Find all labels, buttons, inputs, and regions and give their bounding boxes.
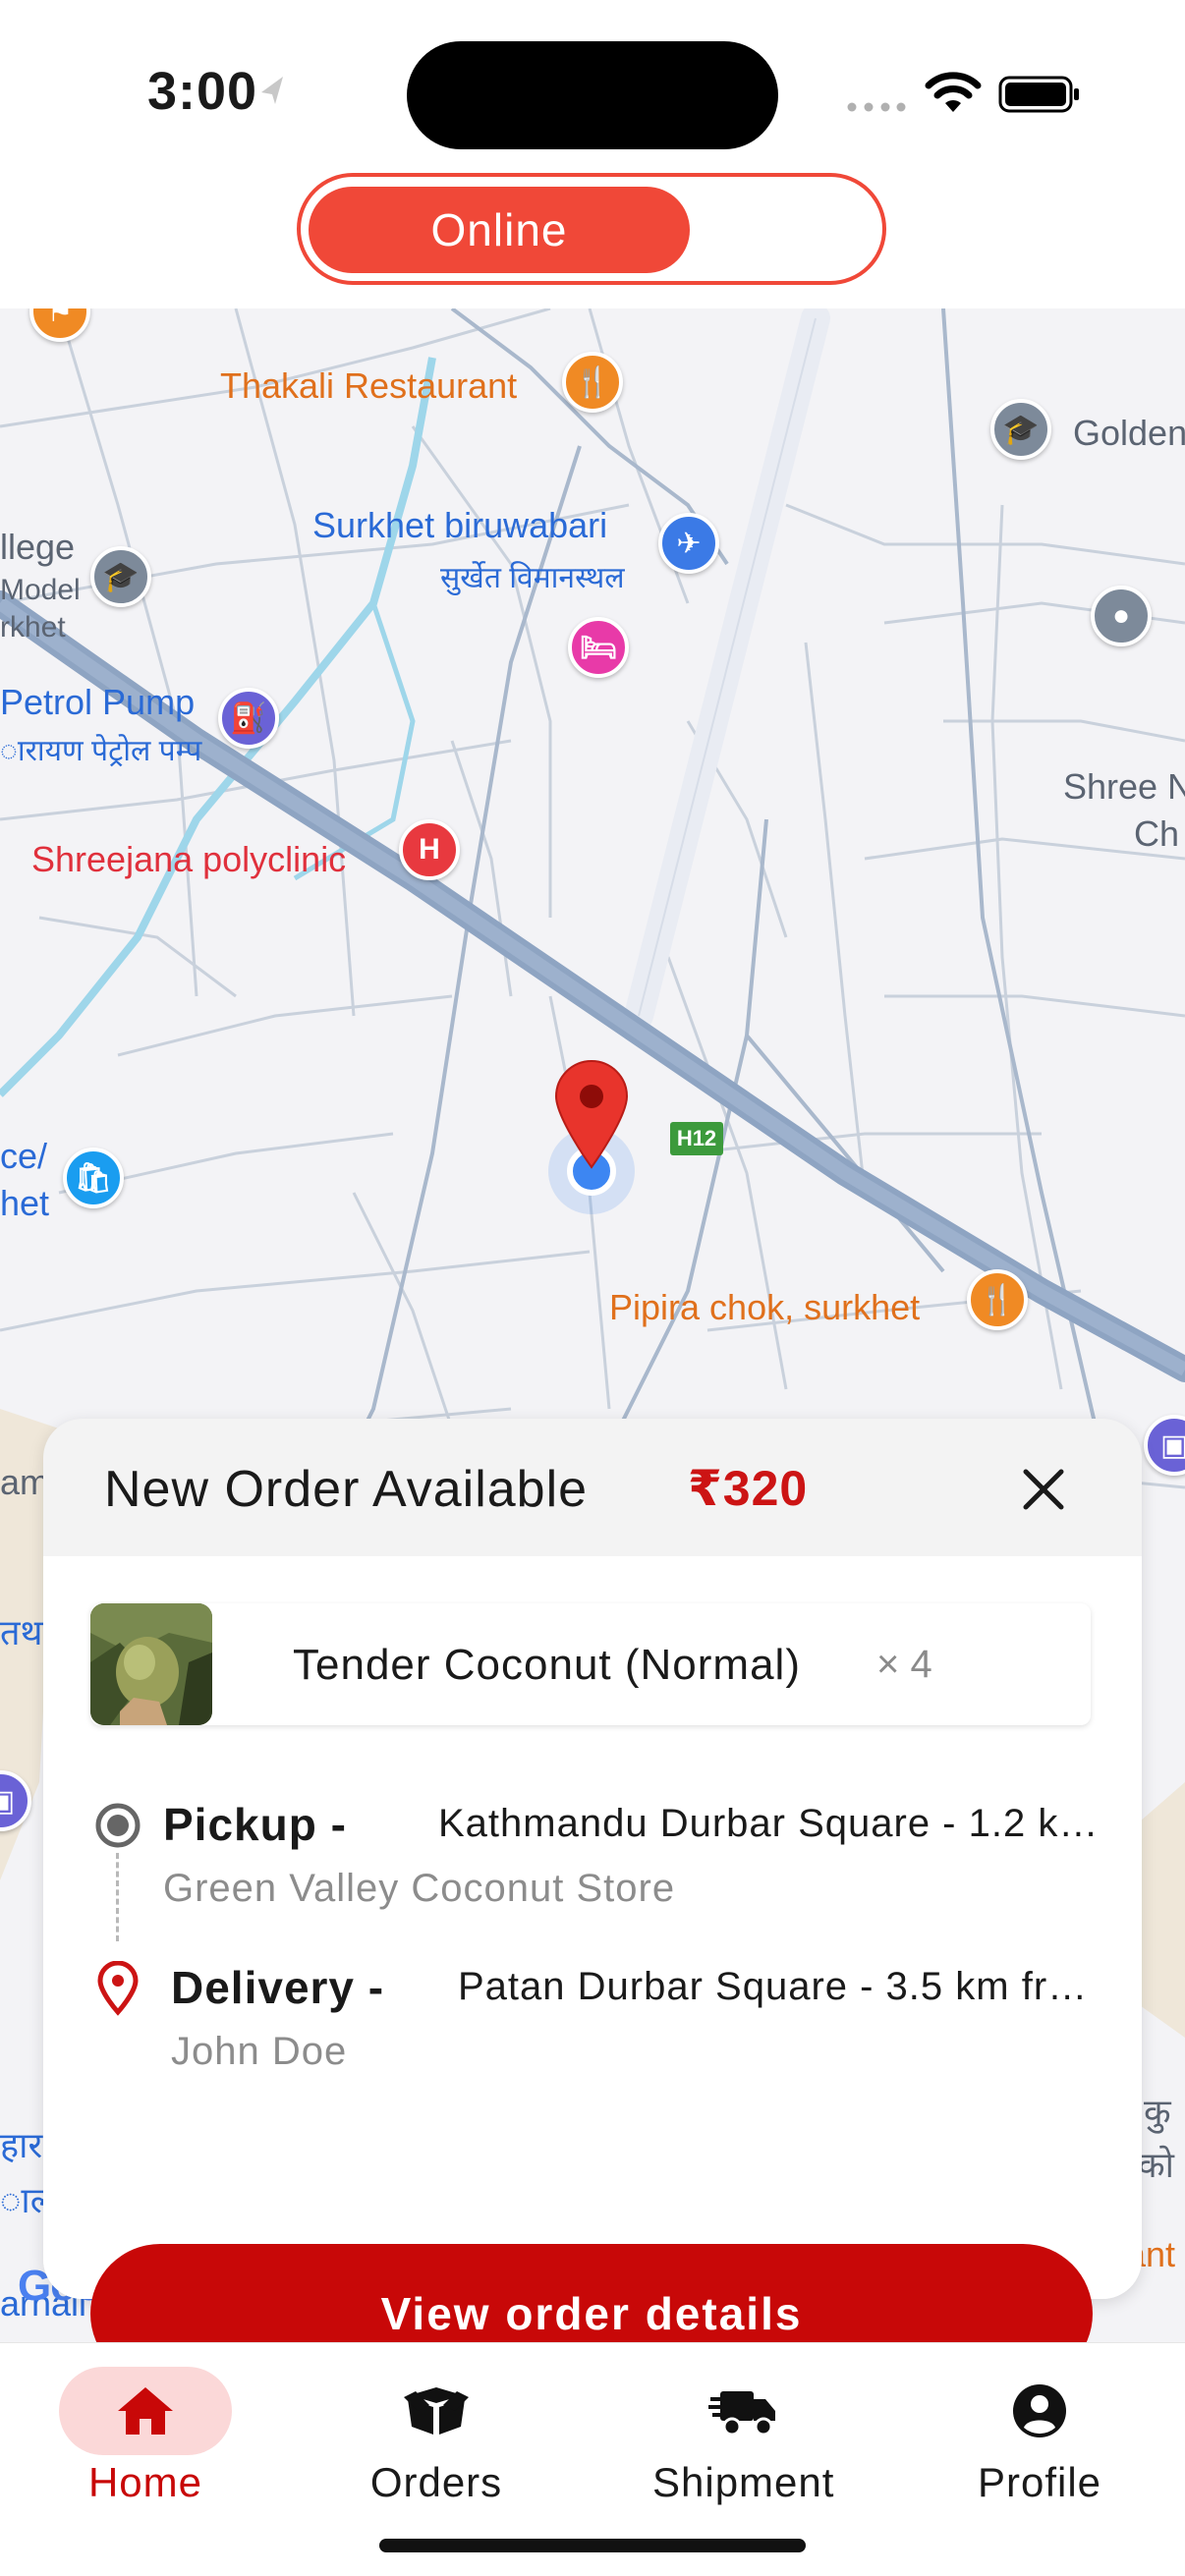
- destination-pin-icon: [554, 1060, 629, 1169]
- map-label-petrol[interactable]: Petrol Pump: [0, 682, 195, 723]
- nav-label-profile: Profile: [977, 2459, 1102, 2505]
- map-label-college[interactable]: llege: [0, 527, 75, 568]
- route-connector: [116, 1853, 119, 1941]
- item-name: Tender Coconut (Normal): [293, 1641, 801, 1689]
- map-label-left-am[interactable]: am: [0, 1462, 49, 1503]
- map-label-thakali[interactable]: Thakali Restaurant: [220, 365, 517, 407]
- map-label-right-ku[interactable]: कु: [1144, 2087, 1171, 2135]
- map-label-golden[interactable]: Golden: [1073, 413, 1185, 454]
- online-toggle[interactable]: Online: [297, 173, 886, 285]
- place-poi-icon[interactable]: ●: [1091, 586, 1152, 646]
- close-icon[interactable]: [1016, 1462, 1071, 1517]
- hospital-poi-icon[interactable]: H: [399, 819, 460, 880]
- order-item-row: Tender Coconut (Normal) × 4: [90, 1603, 1091, 1725]
- airport-poi-icon[interactable]: ✈: [658, 513, 719, 574]
- order-title: New Order Available: [104, 1461, 589, 1518]
- map-label-shree-n[interactable]: Shree N: [1063, 766, 1185, 808]
- map-label-model[interactable]: Model: [0, 574, 81, 607]
- map-label-right-ko[interactable]: को: [1138, 2140, 1174, 2188]
- map-label-shreejana[interactable]: Shreejana polyclinic: [31, 839, 346, 880]
- map-label-rkhet[interactable]: rkhet: [0, 611, 66, 644]
- online-toggle-label: Online: [309, 187, 690, 273]
- map-label-airport[interactable]: Surkhet biruwabari: [312, 505, 607, 546]
- map-label-left-th[interactable]: तथ: [0, 1607, 43, 1655]
- pickup-address: Kathmandu Durbar Square - 1.2 km from yo…: [438, 1802, 1102, 1845]
- status-time: 3:00: [147, 62, 258, 121]
- box-icon: [404, 2387, 469, 2435]
- nav-label-home: Home: [87, 2459, 203, 2505]
- map-label-ce[interactable]: ce/: [0, 1136, 47, 1177]
- pickup-store-name: Green Valley Coconut Store: [163, 1867, 676, 1910]
- profile-icon: [1013, 2384, 1066, 2437]
- map-label-ch[interactable]: Ch: [1134, 813, 1179, 855]
- item-quantity: × 4: [876, 1643, 932, 1686]
- school-poi-icon[interactable]: 🎓: [90, 546, 151, 607]
- home-indicator[interactable]: [379, 2539, 806, 2552]
- hotel-poi-icon[interactable]: 🛏: [568, 617, 629, 678]
- radio-target-icon: [95, 1803, 141, 1848]
- map-label-het[interactable]: het: [0, 1183, 49, 1224]
- delivery-label: Delivery -: [171, 1962, 385, 2013]
- location-pin-icon: [97, 1961, 139, 2016]
- pickup-label: Pickup -: [163, 1799, 347, 1850]
- status-bar: 3:00: [0, 0, 1185, 177]
- battery-icon: [998, 76, 1079, 113]
- wifi-icon: [925, 72, 982, 112]
- map-label-left-har[interactable]: हार: [0, 2120, 42, 2168]
- nav-item-shipment[interactable]: Shipment: [652, 2367, 834, 2553]
- nav-item-orders[interactable]: Orders: [350, 2367, 523, 2553]
- home-icon: [118, 2387, 173, 2435]
- nav-item-home[interactable]: Home: [59, 2367, 232, 2553]
- nav-label-shipment: Shipment: [652, 2459, 835, 2505]
- location-arrow-icon: [261, 77, 283, 104]
- order-body: Tender Coconut (Normal) × 4 Pickup - Kat…: [43, 1556, 1142, 2383]
- signal-dots-icon: [847, 102, 906, 112]
- shopping-poi-icon[interactable]: 🛍: [63, 1148, 124, 1208]
- nav-label-orders: Orders: [369, 2459, 503, 2505]
- order-price: ₹320: [688, 1461, 809, 1516]
- delivery-customer-name: John Doe: [171, 2030, 348, 2073]
- road-badge: H12: [670, 1122, 723, 1155]
- restaurant-poi-icon[interactable]: 🍴: [967, 1269, 1028, 1330]
- restaurant-poi-icon[interactable]: 🍴: [562, 352, 623, 413]
- nav-item-profile[interactable]: Profile: [953, 2367, 1126, 2553]
- delivery-address: Patan Durbar Square - 3.5 km from you: [458, 1965, 1102, 2008]
- map-label-pipira[interactable]: Pipira chok, surkhet: [609, 1287, 920, 1328]
- dynamic-island: [407, 41, 778, 149]
- order-header: New Order Available ₹320: [43, 1419, 1142, 1556]
- item-thumbnail: [90, 1603, 212, 1725]
- new-order-card: New Order Available ₹320 Tender Coconut …: [43, 1419, 1142, 2383]
- map-label-petrol-np[interactable]: ारायण पेट्रोल पम्प: [0, 729, 201, 769]
- fuel-poi-icon[interactable]: ⛽: [218, 688, 279, 749]
- map-label-airport-np[interactable]: सुर्खेत विमानस्थल: [440, 556, 625, 596]
- truck-icon: [707, 2391, 775, 2436]
- school-poi-icon[interactable]: 🎓: [990, 399, 1051, 460]
